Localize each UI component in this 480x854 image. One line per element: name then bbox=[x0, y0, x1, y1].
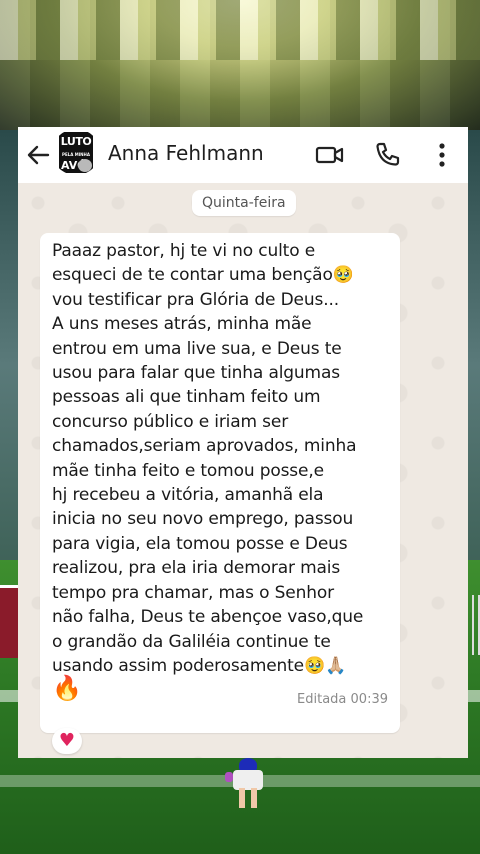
goalkeeper-figure bbox=[225, 758, 271, 810]
phone-call-icon[interactable] bbox=[372, 139, 404, 171]
avatar-photo bbox=[78, 159, 92, 172]
stadium-lights bbox=[0, 0, 480, 60]
chat-header: LUTO PELA MINHA AVÓ Anna Fehlmann bbox=[18, 127, 468, 183]
video-call-icon[interactable] bbox=[314, 139, 346, 171]
stadium-stand-left bbox=[0, 130, 18, 600]
date-separator: Quinta-feira bbox=[192, 190, 296, 216]
more-options-icon[interactable] bbox=[426, 139, 458, 171]
heart-reaction[interactable]: ♥ bbox=[52, 728, 82, 754]
back-arrow-icon[interactable] bbox=[24, 141, 52, 169]
contact-name[interactable]: Anna Fehlmann bbox=[108, 141, 264, 165]
goal-net-right bbox=[466, 595, 480, 655]
avatar[interactable]: LUTO PELA MINHA AVÓ bbox=[52, 129, 100, 175]
message-bubble[interactable]: Paaaz pastor, hj te vi no culto e esquec… bbox=[40, 233, 400, 733]
fire-emoji: 🔥 bbox=[52, 674, 82, 702]
avatar-text-top: LUTO bbox=[59, 132, 93, 152]
stadium-stand-right bbox=[466, 130, 480, 600]
heart-icon: ♥ bbox=[58, 730, 76, 751]
goal-post-left bbox=[0, 585, 18, 658]
message-timestamp: Editada 00:39 bbox=[297, 692, 388, 707]
message-text: Paaaz pastor, hj te vi no culto e esquec… bbox=[52, 241, 364, 676]
chat-window: LUTO PELA MINHA AVÓ Anna Fehlmann Quinta… bbox=[18, 127, 468, 758]
